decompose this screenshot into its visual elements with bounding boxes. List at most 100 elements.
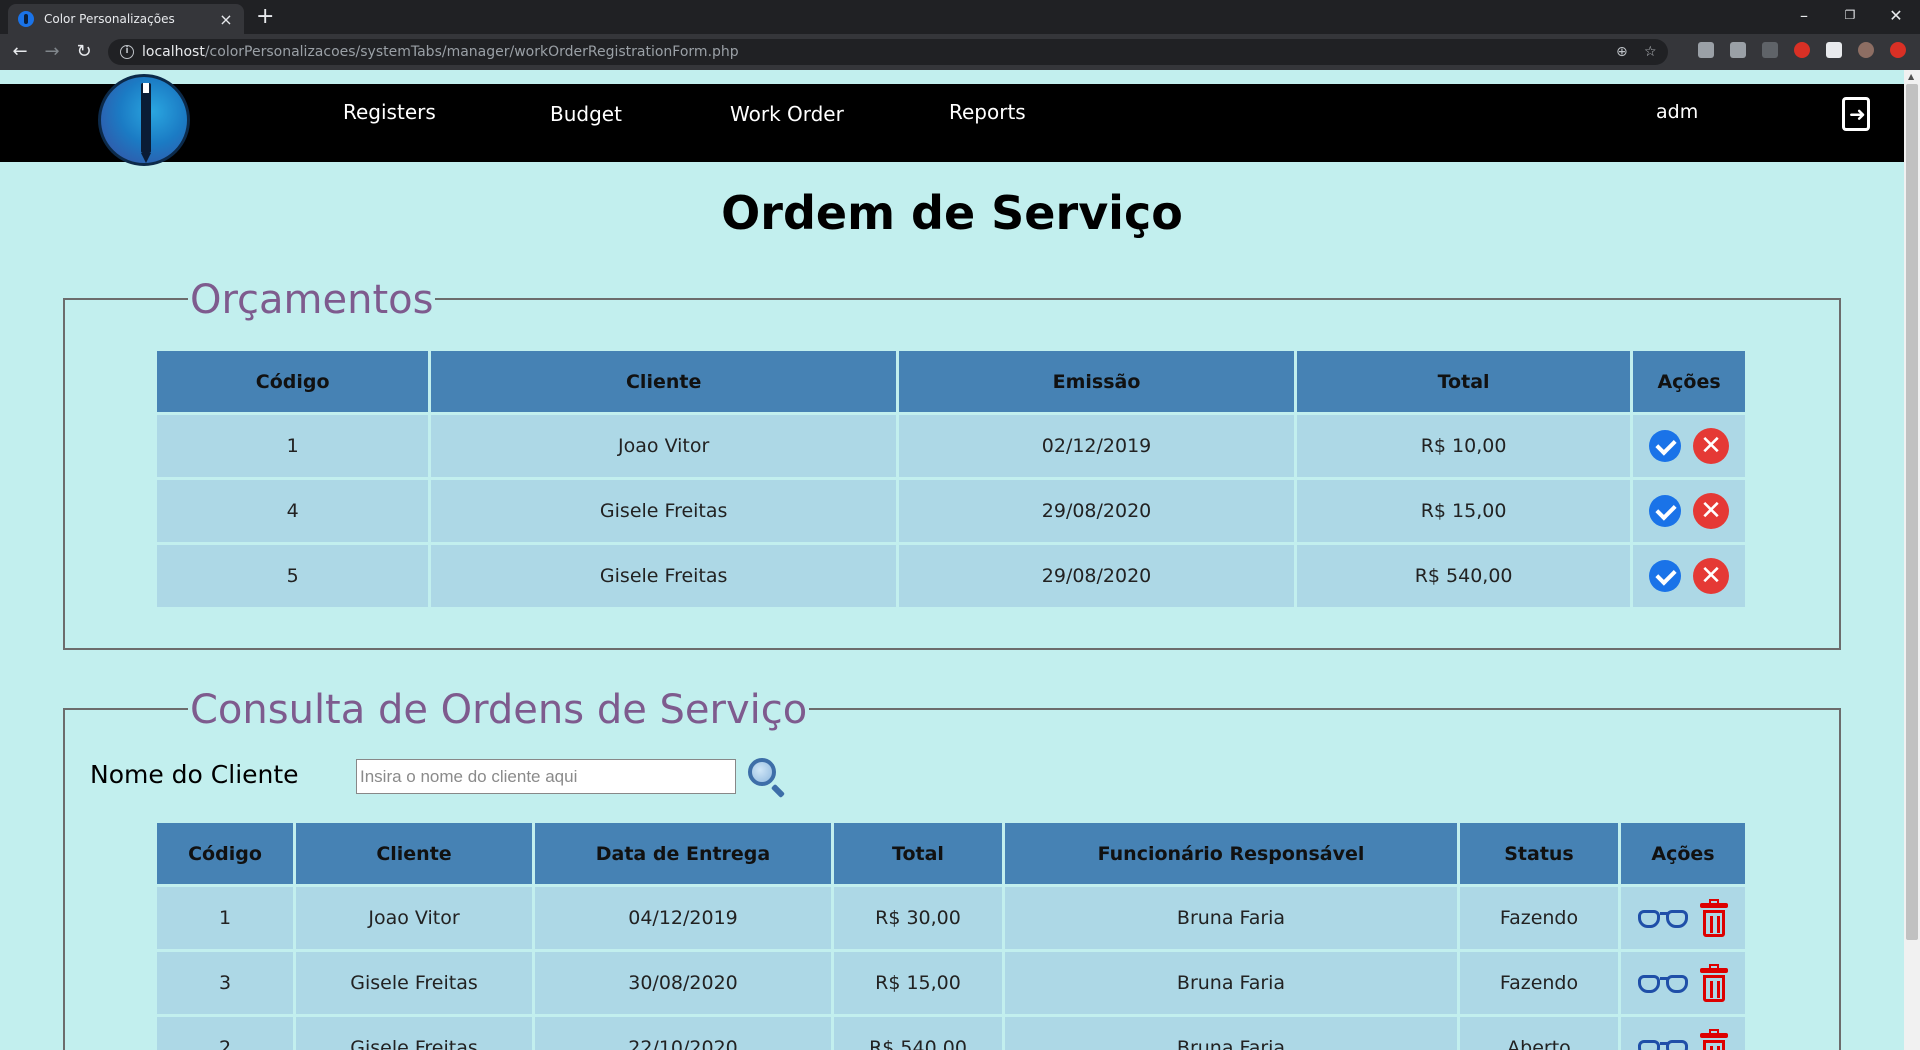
col-emissao: Emissão (899, 351, 1295, 412)
reject-x-icon[interactable]: ✕ (1693, 558, 1730, 594)
cell-status: Aberto (1460, 1017, 1618, 1050)
approve-check-icon[interactable] (1649, 560, 1682, 592)
address-bar[interactable]: i localhost /colorPersonalizacoes/system… (108, 39, 1668, 65)
cell-cliente: Gisele Freitas (431, 480, 897, 542)
cell-total: R$ 15,00 (834, 952, 1002, 1014)
cell-status: Fazendo (1460, 952, 1618, 1014)
view-glasses-icon[interactable] (1638, 1036, 1690, 1050)
profile-avatar[interactable] (1858, 42, 1874, 58)
url-path: /colorPersonalizacoes/systemTabs/manager… (204, 44, 739, 60)
cell-data-entrega: 30/08/2020 (535, 952, 831, 1014)
minimize-icon[interactable]: – (1794, 6, 1814, 25)
view-glasses-icon[interactable] (1638, 906, 1690, 930)
extension-shield-icon[interactable] (1698, 42, 1714, 58)
extension-video-icon[interactable] (1730, 42, 1746, 58)
col-data-entrega: Data de Entrega (535, 823, 831, 884)
favicon-icon (18, 11, 34, 27)
nav-budget[interactable]: Budget (550, 102, 622, 126)
client-name-search-input[interactable] (356, 759, 736, 794)
delete-trash-icon[interactable] (1700, 964, 1728, 1002)
reload-icon[interactable]: ↻ (72, 40, 96, 64)
forward-icon[interactable]: → (40, 40, 64, 64)
cell-total: R$ 30,00 (834, 887, 1002, 949)
cell-acoes: ✕ (1633, 480, 1745, 542)
col-total: Total (1297, 351, 1631, 412)
cell-cliente: Joao Vitor (431, 415, 897, 477)
col-status: Status (1460, 823, 1618, 884)
nav-reports[interactable]: Reports (949, 100, 1026, 124)
cell-cliente: Joao Vitor (296, 887, 532, 949)
nav-registers[interactable]: Registers (343, 100, 436, 124)
zoom-icon[interactable]: ⊕ (1616, 44, 1628, 60)
col-acoes: Ações (1621, 823, 1745, 884)
tab-title: Color Personalizações (44, 12, 175, 26)
scrollbar-thumb[interactable] (1906, 84, 1918, 940)
table-row: 4 Gisele Freitas 29/08/2020 R$ 15,00 ✕ (157, 480, 1745, 542)
col-funcionario: Funcionário Responsável (1005, 823, 1457, 884)
new-tab-icon[interactable]: + (256, 6, 274, 28)
cell-total: R$ 10,00 (1297, 415, 1631, 477)
delete-trash-icon[interactable] (1700, 899, 1728, 937)
user-name: adm (1656, 101, 1699, 123)
table-row: 1 Joao Vitor 04/12/2019 R$ 30,00 Bruna F… (157, 887, 1745, 949)
cell-acoes (1621, 1017, 1745, 1050)
update-icon[interactable] (1890, 42, 1906, 58)
browser-toolbar: ← → ↻ i localhost /colorPersonalizacoes/… (0, 34, 1920, 70)
cell-cliente: Gisele Freitas (431, 545, 897, 607)
budgets-legend: Orçamentos (188, 277, 436, 323)
cell-funcionario: Bruna Faria (1005, 887, 1457, 949)
table-row: 2 Gisele Freitas 22/10/2020 R$ 540,00 Br… (157, 1017, 1745, 1050)
col-cliente: Cliente (431, 351, 897, 412)
client-name-label: Nome do Cliente (90, 760, 299, 789)
cell-codigo: 3 (157, 952, 293, 1014)
cell-emissao: 29/08/2020 (899, 480, 1295, 542)
pencil-icon (141, 83, 151, 163)
cell-emissao: 02/12/2019 (899, 415, 1295, 477)
close-tab-icon[interactable]: × (218, 10, 234, 29)
logout-icon[interactable] (1842, 97, 1870, 131)
table-header-row: Código Cliente Emissão Total Ações (157, 351, 1745, 412)
cell-cliente: Gisele Freitas (296, 1017, 532, 1050)
back-icon[interactable]: ← (8, 40, 32, 64)
col-total: Total (834, 823, 1002, 884)
cell-codigo: 4 (157, 480, 429, 542)
table-row: 3 Gisele Freitas 30/08/2020 R$ 15,00 Bru… (157, 952, 1745, 1014)
table-row: 5 Gisele Freitas 29/08/2020 R$ 540,00 ✕ (157, 545, 1745, 607)
cell-acoes (1621, 952, 1745, 1014)
cell-codigo: 2 (157, 1017, 293, 1050)
extension-red-icon[interactable] (1794, 42, 1810, 58)
logo[interactable] (98, 74, 190, 166)
bookmark-star-icon[interactable]: ☆ (1644, 44, 1657, 60)
col-codigo: Código (157, 351, 429, 412)
budgets-table: Código Cliente Emissão Total Ações 1 Joa… (154, 348, 1748, 610)
col-codigo: Código (157, 823, 293, 884)
url-host: localhost (142, 44, 205, 60)
reject-x-icon[interactable]: ✕ (1693, 428, 1730, 464)
cell-emissao: 29/08/2020 (899, 545, 1295, 607)
cell-codigo: 1 (157, 415, 429, 477)
close-window-icon[interactable]: ✕ (1886, 6, 1906, 25)
page-title: Ordem de Serviço (721, 186, 1183, 240)
cell-funcionario: Bruna Faria (1005, 952, 1457, 1014)
orders-table: Código Cliente Data de Entrega Total Fun… (154, 820, 1748, 1050)
cell-acoes (1621, 887, 1745, 949)
cell-cliente: Gisele Freitas (296, 952, 532, 1014)
scroll-up-icon[interactable]: ▲ (1908, 72, 1914, 81)
search-icon[interactable] (748, 758, 786, 799)
col-cliente: Cliente (296, 823, 532, 884)
site-info-icon[interactable]: i (120, 45, 134, 59)
view-glasses-icon[interactable] (1638, 971, 1690, 995)
col-acoes: Ações (1633, 351, 1745, 412)
cell-codigo: 5 (157, 545, 429, 607)
delete-trash-icon[interactable] (1700, 1029, 1728, 1050)
extensions-puzzle-icon[interactable] (1826, 42, 1842, 58)
extension-recycle-icon[interactable] (1762, 42, 1778, 58)
approve-check-icon[interactable] (1649, 495, 1682, 527)
approve-check-icon[interactable] (1649, 430, 1682, 462)
table-row: 1 Joao Vitor 02/12/2019 R$ 10,00 ✕ (157, 415, 1745, 477)
nav-work-order[interactable]: Work Order (730, 102, 844, 126)
cell-acoes: ✕ (1633, 415, 1745, 477)
reject-x-icon[interactable]: ✕ (1693, 493, 1730, 529)
restore-icon[interactable]: ❐ (1840, 8, 1860, 22)
browser-tab[interactable]: Color Personalizações × (8, 4, 244, 34)
